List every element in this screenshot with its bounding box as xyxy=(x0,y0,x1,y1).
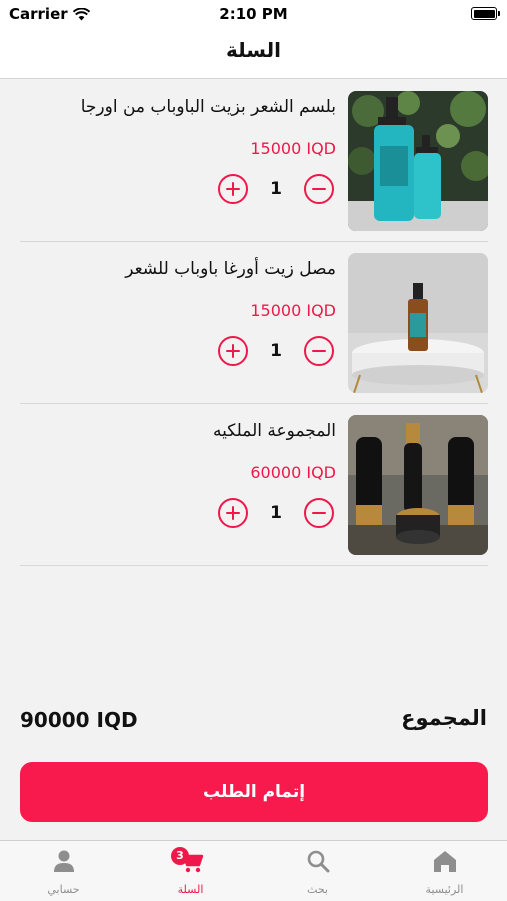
quantity-stepper: 1 xyxy=(216,498,336,532)
product-name: بلسم الشعر بزيت الباوباب من اورجا xyxy=(80,97,336,117)
tab-label: حسابي xyxy=(47,883,80,896)
tab-account[interactable]: حسابي xyxy=(0,841,127,901)
tab-label: الرئيسية xyxy=(425,883,464,896)
cart-item: المجموعة الملكيه 60000 IQD 1 xyxy=(20,403,488,566)
quantity-stepper: 1 xyxy=(216,174,336,208)
tab-bar: حسابي 3 السلة بحث الرئيسية xyxy=(0,840,507,901)
cart-count-badge: 3 xyxy=(171,847,189,865)
decrease-quantity-button[interactable] xyxy=(304,498,334,528)
home-icon xyxy=(433,851,456,872)
product-image-serum[interactable] xyxy=(348,253,488,393)
decrease-quantity-button[interactable] xyxy=(304,174,334,204)
tab-label: بحث xyxy=(307,883,328,896)
tab-search[interactable]: بحث xyxy=(254,841,381,901)
page-title: السلة xyxy=(225,38,281,62)
product-image-conditioner[interactable] xyxy=(348,91,488,231)
cart-item: مصل زيت أورغا باوباب للشعر 15000 IQD 1 xyxy=(20,241,488,404)
status-bar: Carrier 2:10 PM xyxy=(0,0,507,28)
quantity-stepper: 1 xyxy=(216,336,336,370)
checkout-button-label: إتمام الطلب xyxy=(202,782,306,802)
product-name: مصل زيت أورغا باوباب للشعر xyxy=(125,259,336,279)
product-name: المجموعة الملكيه xyxy=(213,421,336,441)
product-price: 60000 IQD xyxy=(250,463,336,482)
product-price: 15000 IQD xyxy=(250,301,336,320)
tab-home[interactable]: الرئيسية xyxy=(381,841,507,901)
checkout-button[interactable]: إتمام الطلب xyxy=(20,762,488,822)
person-icon xyxy=(53,850,74,872)
total-value: 90000 IQD xyxy=(20,708,138,732)
decrease-quantity-button[interactable] xyxy=(304,336,334,366)
navigation-bar: السلة xyxy=(0,28,507,79)
total-label: المجموع xyxy=(401,706,487,730)
product-price: 15000 IQD xyxy=(250,139,336,158)
cart-item: بلسم الشعر بزيت الباوباب من اورجا 15000 … xyxy=(20,79,488,242)
tab-cart[interactable]: 3 السلة xyxy=(127,841,254,901)
search-icon xyxy=(307,850,329,873)
tab-label: السلة xyxy=(177,883,204,896)
battery-icon xyxy=(471,7,500,20)
product-image-royal-set[interactable] xyxy=(348,415,488,555)
status-time: 2:10 PM xyxy=(219,5,288,23)
